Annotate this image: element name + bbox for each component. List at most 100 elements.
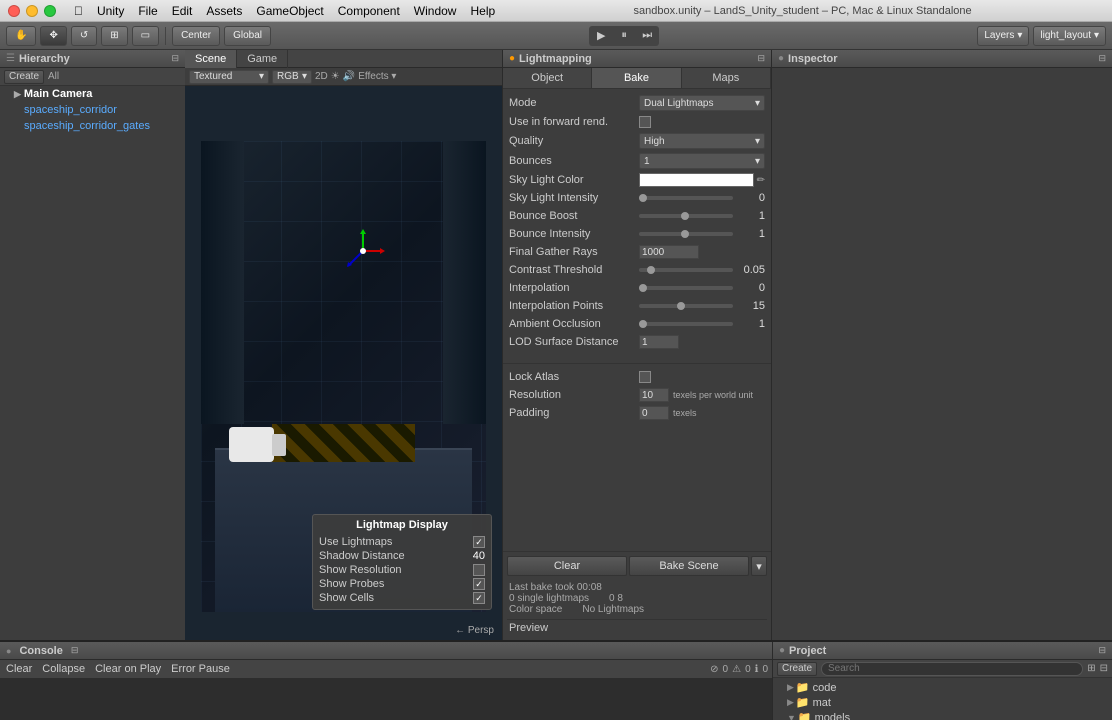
lm-interppoints-slider[interactable] bbox=[639, 304, 733, 308]
lm-lockatlas-checkbox[interactable] bbox=[639, 371, 651, 383]
camera-object bbox=[229, 427, 274, 462]
project-create-btn[interactable]: Create bbox=[777, 662, 817, 676]
camera-body bbox=[229, 427, 274, 462]
ld-resolution-checkbox[interactable] bbox=[473, 564, 485, 576]
project-item-mat[interactable]: ▶ 📁 mat bbox=[773, 695, 1112, 710]
bake-arrow-button[interactable]: ▾ bbox=[751, 556, 767, 576]
scene-2d-btn[interactable]: 2D bbox=[315, 71, 328, 82]
lm-bounceintensity-slider[interactable] bbox=[639, 232, 733, 236]
game-tab[interactable]: Game bbox=[237, 50, 288, 68]
project-search[interactable] bbox=[821, 662, 1083, 676]
scene-effects-btn[interactable]: Effects ▾ bbox=[358, 71, 396, 82]
lm-ao-row: Ambient Occlusion 1 bbox=[503, 315, 771, 333]
lm-color-picker[interactable] bbox=[639, 173, 754, 187]
lm-skyintensity-slider[interactable] bbox=[639, 196, 733, 200]
maximize-button[interactable] bbox=[44, 5, 56, 17]
step-button[interactable]: ⏭ bbox=[636, 27, 658, 45]
layout-dropdown[interactable]: light_layout ▾ bbox=[1033, 26, 1106, 46]
project-expand[interactable]: ⊟ bbox=[1098, 645, 1106, 656]
close-button[interactable] bbox=[8, 5, 20, 17]
scene-view[interactable]: ← Persp Lightmap Display Use Lightmaps S… bbox=[185, 86, 502, 640]
hand-tool-btn[interactable]: ✋ bbox=[6, 26, 36, 46]
scene-tab[interactable]: Scene bbox=[185, 50, 237, 68]
layers-dropdown[interactable]: Layers ▾ bbox=[977, 26, 1029, 46]
ld-cells-checkbox[interactable] bbox=[473, 592, 485, 604]
unity-menu[interactable]: Unity bbox=[97, 4, 124, 18]
color-pencil-icon[interactable]: ✏ bbox=[757, 175, 765, 186]
tab-bake[interactable]: Bake bbox=[592, 68, 681, 88]
pause-button[interactable]: ⏸ bbox=[613, 27, 635, 45]
lm-finalgather-control bbox=[639, 245, 765, 259]
help-menu[interactable]: Help bbox=[470, 4, 495, 18]
console-collapse-btn[interactable]: Collapse bbox=[40, 663, 87, 675]
lm-bounceboost-thumb[interactable] bbox=[681, 212, 689, 220]
file-menu[interactable]: File bbox=[138, 4, 157, 18]
edit-menu[interactable]: Edit bbox=[172, 4, 193, 18]
scene-audio-btn[interactable]: 🔊 bbox=[343, 71, 355, 82]
lm-contrast-thumb[interactable] bbox=[647, 266, 655, 274]
project-icon-2[interactable]: ⊟ bbox=[1100, 663, 1108, 674]
lm-bounces-dropdown[interactable]: 1 ▾ bbox=[639, 153, 765, 169]
console-clear-play-btn[interactable]: Clear on Play bbox=[93, 663, 163, 675]
play-button[interactable]: ▶ bbox=[590, 27, 612, 45]
lm-contrast-slider[interactable] bbox=[639, 268, 733, 272]
console-expand[interactable]: ⊟ bbox=[71, 645, 79, 656]
assets-menu[interactable]: Assets bbox=[206, 4, 242, 18]
lm-lod-input[interactable] bbox=[639, 335, 679, 349]
lm-ao-thumb[interactable] bbox=[639, 320, 647, 328]
global-btn[interactable]: Global bbox=[224, 26, 271, 46]
info-icon: ℹ bbox=[755, 664, 759, 675]
tab-object[interactable]: Object bbox=[503, 68, 592, 88]
lightmapping-expand[interactable]: ⊟ bbox=[757, 53, 765, 64]
ld-use-lightmaps-checkbox[interactable] bbox=[473, 536, 485, 548]
lm-mode-dropdown[interactable]: Dual Lightmaps ▾ bbox=[639, 95, 765, 111]
move-tool-btn[interactable]: ✥ bbox=[40, 26, 66, 46]
lm-ao-slider[interactable] bbox=[639, 322, 733, 326]
rect-tool-btn[interactable]: ▭ bbox=[132, 26, 159, 46]
tab-maps[interactable]: Maps bbox=[682, 68, 771, 88]
ld-probes-checkbox[interactable] bbox=[473, 578, 485, 590]
lm-skyintensity-thumb[interactable] bbox=[639, 194, 647, 202]
lm-bounceboost-slider[interactable] bbox=[639, 214, 733, 218]
lm-padding-input[interactable] bbox=[639, 406, 669, 420]
hierarchy-expand[interactable]: ⊟ bbox=[171, 53, 179, 64]
scene-lighting-btn[interactable]: ☀ bbox=[331, 71, 340, 82]
console-error-pause-btn[interactable]: Error Pause bbox=[169, 663, 232, 675]
minimize-button[interactable] bbox=[26, 5, 38, 17]
project-icon-1[interactable]: ⊞ bbox=[1087, 663, 1095, 674]
ld-shadow-value[interactable]: 40 bbox=[473, 550, 485, 562]
lm-interpolation-slider[interactable] bbox=[639, 286, 733, 290]
hierarchy-title: Hierarchy bbox=[19, 53, 167, 65]
bake-scene-button[interactable]: Bake Scene bbox=[629, 556, 749, 576]
project-item-models[interactable]: ▼ 📁 models bbox=[773, 710, 1112, 720]
rotate-tool-btn[interactable]: ↺ bbox=[71, 26, 97, 46]
lm-bounceintensity-thumb[interactable] bbox=[681, 230, 689, 238]
gameobject-menu[interactable]: GameObject bbox=[256, 4, 323, 18]
ld-show-probes: Show Probes bbox=[317, 577, 487, 591]
project-item-code[interactable]: ▶ 📁 code bbox=[773, 680, 1112, 695]
lm-forward-checkbox[interactable] bbox=[639, 116, 651, 128]
hierarchy-main-camera[interactable]: ▶ Main Camera bbox=[0, 86, 185, 102]
hierarchy-create-btn[interactable]: Create bbox=[4, 70, 44, 84]
center-btn[interactable]: Center bbox=[172, 26, 220, 46]
lm-finalgather-row: Final Gather Rays bbox=[503, 243, 771, 261]
component-menu[interactable]: Component bbox=[338, 4, 400, 18]
scene-column: Scene Game Textured▾ RGB▾ 2D ☀ 🔊 Effects… bbox=[185, 50, 502, 640]
clear-button[interactable]: Clear bbox=[507, 556, 627, 576]
inspector-expand[interactable]: ⊟ bbox=[1098, 53, 1106, 64]
apple-menu[interactable]:  bbox=[74, 4, 83, 18]
scale-tool-btn[interactable]: ⊞ bbox=[101, 26, 127, 46]
console-clear-btn[interactable]: Clear bbox=[4, 663, 34, 675]
scene-mode-dropdown[interactable]: Textured▾ bbox=[189, 70, 269, 84]
window-title: sandbox.unity – LandS_Unity_student – PC… bbox=[501, 5, 1104, 17]
lm-finalgather-input[interactable] bbox=[639, 245, 699, 259]
lm-resolution-input[interactable] bbox=[639, 388, 669, 402]
window-menu[interactable]: Window bbox=[414, 4, 457, 18]
lm-interpolation-thumb[interactable] bbox=[639, 284, 647, 292]
lm-quality-dropdown[interactable]: High ▾ bbox=[639, 133, 765, 149]
scene-color-dropdown[interactable]: RGB▾ bbox=[272, 70, 312, 84]
inspector-content bbox=[772, 68, 1112, 640]
hierarchy-spaceship-corridor[interactable]: spaceship_corridor bbox=[0, 102, 185, 118]
hierarchy-spaceship-corridor-gates[interactable]: spaceship_corridor_gates bbox=[0, 118, 185, 134]
lm-interppoints-thumb[interactable] bbox=[677, 302, 685, 310]
